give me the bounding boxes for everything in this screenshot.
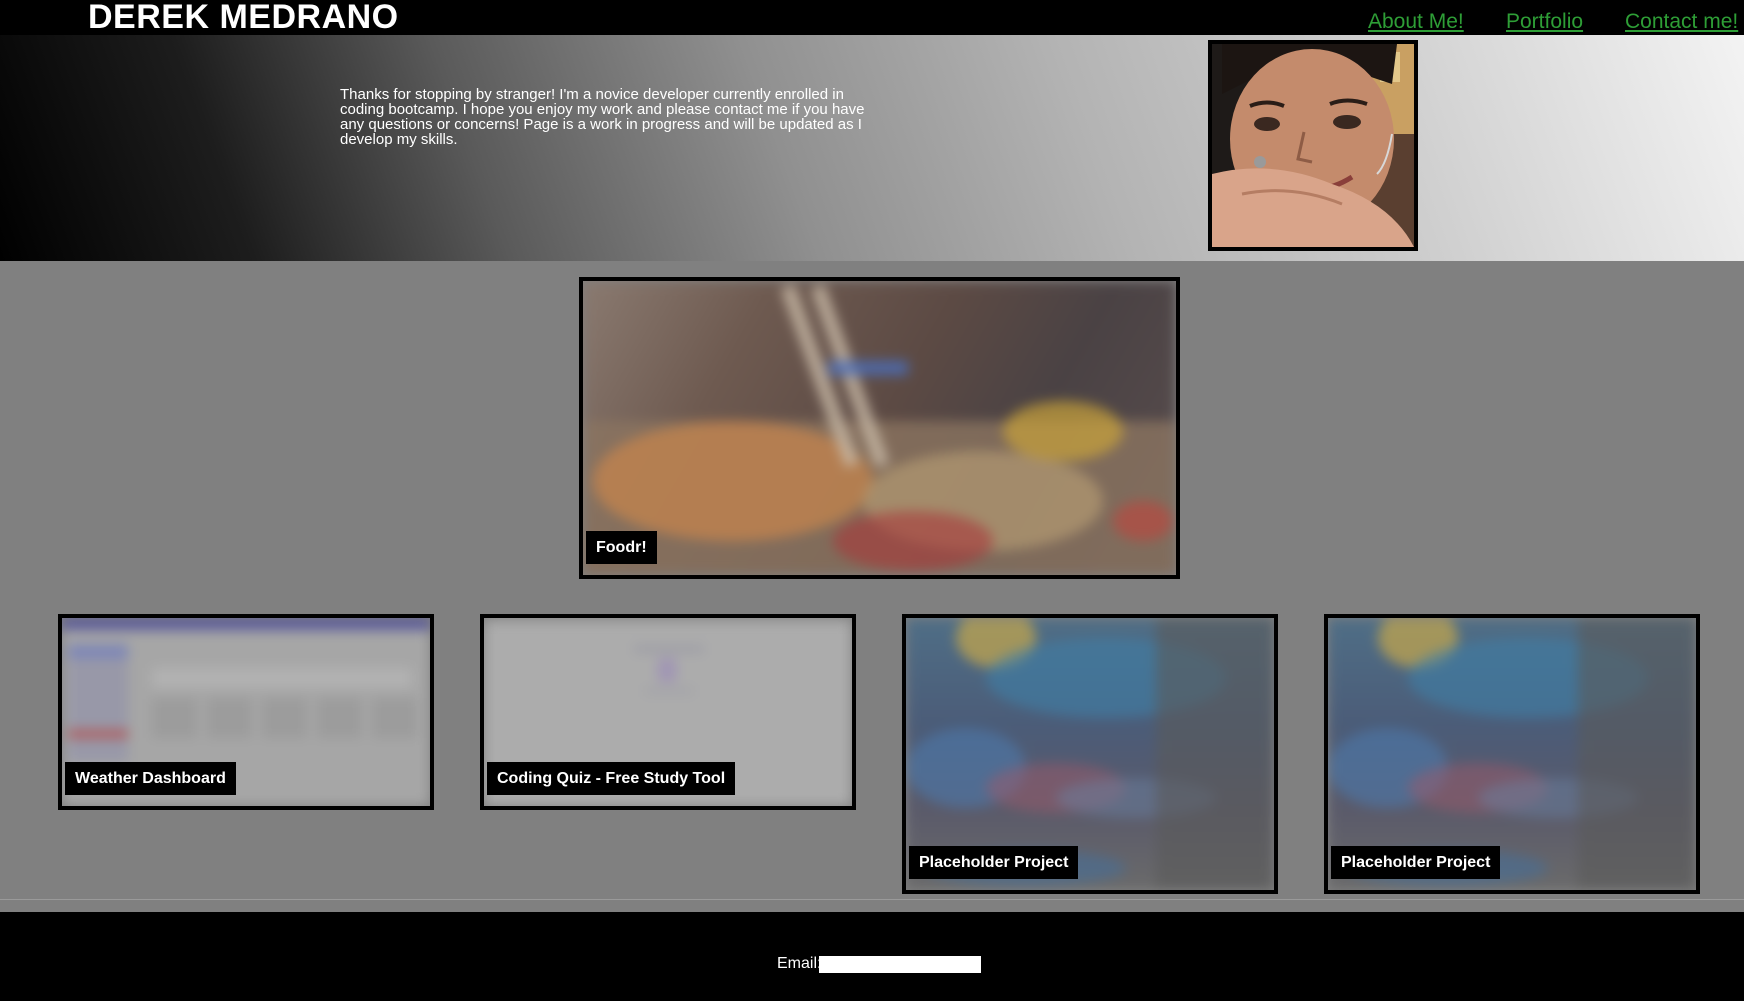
- nav-about-link[interactable]: About Me!: [1368, 9, 1464, 35]
- project-card-placeholder-2[interactable]: Placeholder Project: [1324, 614, 1700, 894]
- project-card-coding-quiz[interactable]: Coding Quiz - Free Study Tool: [480, 614, 856, 810]
- intro-text: Thanks for stopping by stranger! I'm a n…: [340, 86, 865, 148]
- project-label: Placeholder Project: [1331, 846, 1501, 879]
- nav-portfolio-link[interactable]: Portfolio: [1506, 9, 1583, 35]
- site-title: DEREK MEDRANO: [88, 0, 399, 36]
- profile-photo: [1208, 40, 1418, 251]
- email-input[interactable]: [819, 956, 981, 973]
- project-thumbnail: [583, 281, 1176, 575]
- nav-contact-link[interactable]: Contact me!: [1625, 9, 1738, 35]
- footer: Email:: [0, 912, 1744, 1001]
- project-card-foodr[interactable]: Foodr!: [579, 277, 1180, 579]
- project-label: Coding Quiz - Free Study Tool: [487, 762, 736, 795]
- footer-divider: [0, 899, 1744, 900]
- project-card-placeholder-1[interactable]: Placeholder Project: [902, 614, 1278, 894]
- project-label: Placeholder Project: [909, 846, 1079, 879]
- top-bar: DEREK MEDRANO About Me! Portfolio Contac…: [0, 0, 1744, 36]
- project-label: Foodr!: [586, 531, 657, 564]
- hero-section: Thanks for stopping by stranger! I'm a n…: [0, 35, 1744, 261]
- project-label: Weather Dashboard: [65, 762, 236, 795]
- project-card-weather[interactable]: Weather Dashboard: [58, 614, 434, 810]
- email-label: Email:: [777, 955, 822, 972]
